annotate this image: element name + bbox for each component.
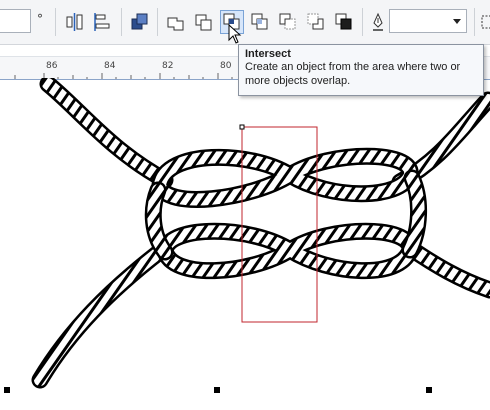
ruler-label: 82: [162, 61, 174, 71]
tooltip-title: Intersect: [245, 48, 291, 60]
trim-button[interactable]: [192, 10, 216, 34]
selection-handle[interactable]: [426, 387, 432, 393]
trim-icon: [195, 14, 212, 31]
outline-pen-button[interactable]: [366, 10, 390, 34]
ruler-label: 80: [220, 61, 232, 71]
mouse-cursor-icon: [228, 24, 242, 44]
property-bar: °: [0, 0, 490, 45]
toolbar-separator: [474, 8, 475, 36]
combine-icon: [131, 13, 148, 30]
rope-knot-drawing[interactable]: [0, 78, 490, 410]
combine-button[interactable]: [128, 10, 152, 34]
angle-input[interactable]: [0, 9, 31, 33]
align-distribute-button[interactable]: [63, 10, 87, 34]
intersect-tooltip: Intersect Create an object from the area…: [238, 44, 484, 96]
front-minus-back-button[interactable]: [276, 10, 300, 34]
overflow-icon: [481, 15, 490, 29]
tooltip-body-line1: Create an object from the area where two…: [245, 61, 461, 73]
drawing-canvas[interactable]: [0, 78, 490, 410]
create-boundary-button[interactable]: [332, 10, 356, 34]
tooltip-body-line2: more objects overlap.: [245, 75, 351, 87]
toolbar-separator: [157, 8, 158, 36]
toolbar-separator: [121, 8, 122, 36]
ruler-label: 86: [46, 61, 58, 71]
create-boundary-icon: [335, 13, 352, 30]
selection-handle[interactable]: [214, 387, 220, 393]
align-objects-icon: [94, 13, 110, 31]
more-options-button[interactable]: [478, 10, 490, 34]
back-minus-front-icon: [307, 13, 324, 30]
outline-width-select[interactable]: [389, 9, 467, 33]
pen-nib-icon: [373, 12, 383, 31]
weld-button[interactable]: [164, 10, 188, 34]
weld-icon: [167, 17, 184, 31]
chevron-down-icon: [453, 19, 461, 24]
align-objects-button[interactable]: [91, 10, 115, 34]
node-handle[interactable]: [239, 124, 245, 130]
simplify-button[interactable]: [248, 10, 272, 34]
toolbar-separator: [362, 8, 363, 36]
degree-symbol: °: [37, 12, 43, 26]
align-distribute-icon: [66, 13, 83, 31]
front-minus-back-icon: [279, 13, 296, 30]
simplify-icon: [251, 13, 268, 30]
toolbar-separator: [55, 8, 56, 36]
selection-handle[interactable]: [4, 387, 10, 393]
back-minus-front-button[interactable]: [304, 10, 328, 34]
ruler-label: 84: [104, 61, 116, 71]
